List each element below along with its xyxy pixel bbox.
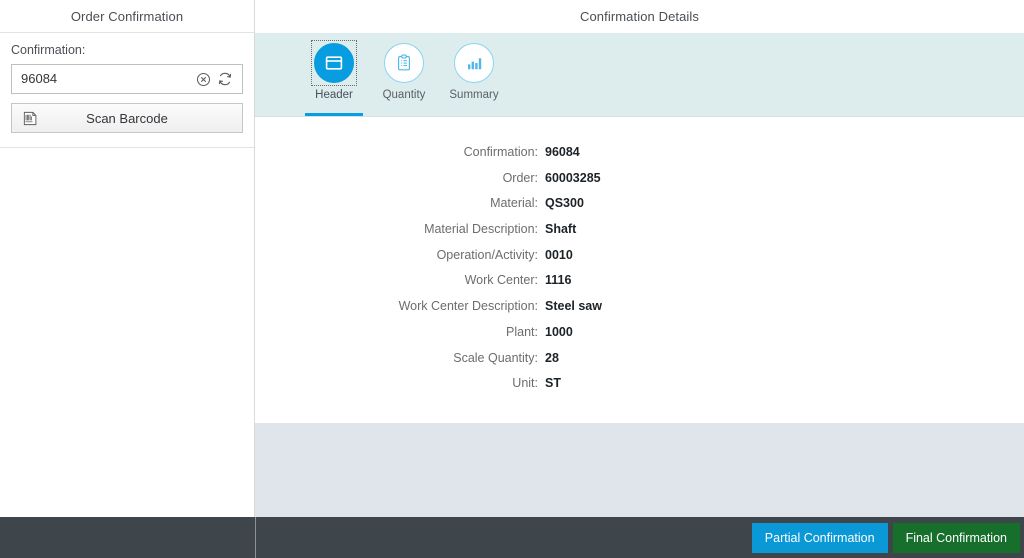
sidebar-panel: Order Confirmation Confirmation: 96084 S… xyxy=(0,0,255,517)
field-label-plant: Plant: xyxy=(506,324,538,339)
tab-focus-outline xyxy=(311,40,357,86)
barcode-icon xyxy=(20,108,40,128)
form-row: Operation/Activity: 0010 xyxy=(255,248,1024,274)
detail-title: Confirmation Details xyxy=(579,9,700,24)
confirmation-input-wrapper[interactable]: 96084 xyxy=(11,64,243,94)
field-label-operation-activity: Operation/Activity: xyxy=(436,247,538,262)
form-row: Material Description: Shaft xyxy=(255,222,1024,248)
field-label-work-center: Work Center: xyxy=(464,273,538,288)
field-value-confirmation: 96084 xyxy=(545,145,580,159)
sidebar-titlebar: Order Confirmation xyxy=(0,0,254,33)
field-value-scale-quantity: 28 xyxy=(545,350,559,365)
scan-barcode-label: Scan Barcode xyxy=(86,110,168,126)
field-value-plant: 1000 xyxy=(545,324,573,339)
field-label-work-center-description: Work Center Description: xyxy=(398,299,538,314)
field-value-unit: ST xyxy=(545,376,561,391)
tab-quantity[interactable]: Quantity xyxy=(369,33,439,116)
bar-chart-icon xyxy=(454,43,494,83)
field-label-material: Material: xyxy=(490,196,538,211)
confirmation-details-form: Confirmation: 96084 Order: 60003285 Mate… xyxy=(255,117,1024,423)
clipboard-icon xyxy=(384,43,424,83)
field-value-material: QS300 xyxy=(545,196,584,211)
field-label-material-description: Material Description: xyxy=(424,222,538,237)
form-row: Work Center: 1116 xyxy=(255,273,1024,299)
footer-bar: Partial Confirmation Final Confirmation xyxy=(0,517,1024,558)
tab-selected-underline xyxy=(305,113,363,116)
field-value-operation-activity: 0010 xyxy=(545,247,573,262)
icon-tab-bar: Header Quantity Summary xyxy=(255,33,1024,117)
final-confirmation-button[interactable]: Final Confirmation xyxy=(892,522,1020,553)
tab-quantity-label: Quantity xyxy=(382,89,426,101)
form-row: Order: 60003285 xyxy=(255,171,1024,197)
field-value-work-center-description: Steel saw xyxy=(545,299,602,314)
field-value-order: 60003285 xyxy=(545,170,601,185)
form-row: Work Center Description: Steel saw xyxy=(255,299,1024,325)
tab-summary-label: Summary xyxy=(449,89,499,101)
sidebar-title: Order Confirmation xyxy=(70,8,184,24)
detail-background-area xyxy=(255,423,1024,518)
refresh-icon[interactable] xyxy=(214,68,236,90)
field-value-material-description: Shaft xyxy=(545,222,577,237)
sidebar-empty-area xyxy=(0,148,254,511)
tab-summary[interactable]: Summary xyxy=(439,33,509,116)
field-label-confirmation: Confirmation: xyxy=(463,145,538,159)
field-label-unit: Unit: xyxy=(512,376,538,391)
tab-header[interactable]: Header xyxy=(299,33,369,116)
confirmation-entry-card: Confirmation: 96084 Scan Barcode xyxy=(0,33,254,148)
form-row: Confirmation: 96084 xyxy=(255,145,1024,171)
field-value-work-center: 1116 xyxy=(545,273,572,288)
clear-circle-icon[interactable] xyxy=(192,68,214,90)
detail-panel: Confirmation Details Header Quantity Sum… xyxy=(255,0,1024,518)
field-label-order: Order: xyxy=(502,170,538,185)
order-confirmation-app: Order Confirmation Confirmation: 96084 S… xyxy=(0,0,1024,558)
detail-titlebar: Confirmation Details xyxy=(255,0,1024,33)
tab-header-label: Header xyxy=(315,89,353,101)
form-row: Scale Quantity: 28 xyxy=(255,351,1024,377)
form-row: Material: QS300 xyxy=(255,196,1024,222)
scan-barcode-button[interactable]: Scan Barcode xyxy=(11,103,243,133)
field-label-scale-quantity: Scale Quantity: xyxy=(453,350,538,365)
confirmation-field-label: Confirmation: xyxy=(11,43,86,57)
form-row: Unit: ST xyxy=(255,376,1024,402)
partial-confirmation-button[interactable]: Partial Confirmation xyxy=(751,522,888,553)
footer-divider xyxy=(255,517,256,558)
confirmation-input[interactable]: 96084 xyxy=(21,65,192,93)
form-row: Plant: 1000 xyxy=(255,325,1024,351)
